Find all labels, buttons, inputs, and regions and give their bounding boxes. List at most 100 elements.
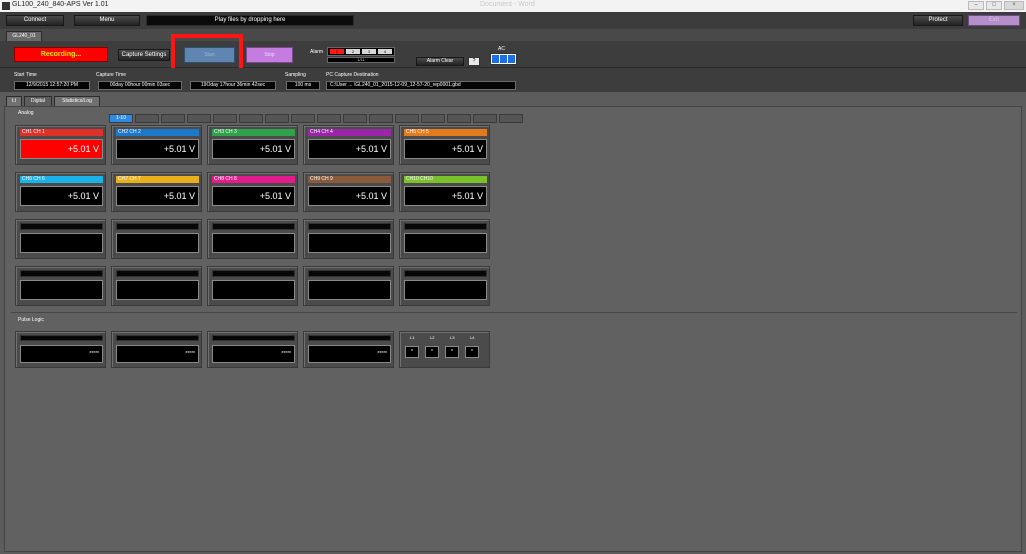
channel-card[interactable]: CH1 CH 1 +5.01 V (15, 125, 106, 165)
logic-label: L1 (410, 335, 415, 340)
recording-status: Recording... (14, 47, 108, 62)
channel-value: +5.01 V (20, 186, 103, 206)
pulse-card[interactable]: ***** (303, 331, 394, 368)
empty-channel-card (399, 219, 490, 259)
channel-card[interactable]: CH4 CH 4 +5.01 V (303, 125, 394, 165)
channel-name: CH10 CH10 (404, 176, 487, 183)
channel-value: +5.01 V (212, 139, 295, 159)
empty-channel-header (308, 223, 391, 230)
alarm-indicator-2: 2 (346, 49, 360, 54)
empty-channel-value (20, 233, 103, 253)
maximize-button[interactable]: □ (986, 1, 1002, 10)
channel-card[interactable]: CH5 CH 5 +5.01 V (399, 125, 490, 165)
alarm-clear-button[interactable]: Alarm Clear (416, 57, 464, 66)
page-tab[interactable] (395, 114, 419, 123)
protect-button[interactable]: Protect (913, 15, 963, 26)
empty-channel-value (404, 233, 487, 253)
channel-card[interactable]: CH8 CH 8 +5.01 V (207, 172, 298, 212)
empty-channel-value (116, 233, 199, 253)
empty-channel-card (303, 219, 394, 259)
page-tab-1-10[interactable]: 1-10 (109, 114, 133, 123)
page-tab[interactable] (239, 114, 263, 123)
capture-settings-button[interactable]: Capture Settings (118, 49, 170, 61)
channel-card[interactable]: CH7 CH 7 +5.01 V (111, 172, 202, 212)
page-tab[interactable] (187, 114, 211, 123)
channel-value: +5.01 V (404, 186, 487, 206)
page-tab[interactable] (135, 114, 159, 123)
capture-time-label: Capture Time (96, 72, 127, 78)
empty-channel-header (20, 270, 103, 277)
tab-digital[interactable]: Digital (24, 96, 52, 106)
empty-channel-card (399, 266, 490, 306)
tab-waveform[interactable]: t.t (6, 96, 22, 106)
empty-channel-header (404, 223, 487, 230)
start-button[interactable]: Start (184, 47, 235, 63)
logic-label: L3 (450, 335, 455, 340)
page-tab[interactable] (161, 114, 185, 123)
page-tab[interactable] (343, 114, 367, 123)
file-drop-zone[interactable]: Play files by dropping here (146, 15, 354, 26)
channel-card[interactable]: CH6 CH 6 +5.01 V (15, 172, 106, 212)
channel-value: +5.01 V (20, 139, 103, 159)
empty-channel-value (308, 280, 391, 300)
empty-channel-card (303, 266, 394, 306)
device-tab-strip: GL240_01 (0, 29, 1026, 41)
battery-cell-icon (500, 55, 507, 63)
background-window-title: Document - Word (480, 1, 535, 8)
alarm-indicator-4: 4 (378, 49, 392, 54)
pulse-logic-section-label: Pulse Logic (18, 317, 44, 323)
pulse-value: ***** (116, 345, 199, 363)
pulse-card[interactable]: ***** (207, 331, 298, 368)
channel-name: CH3 CH 3 (212, 129, 295, 136)
alarm-indicator-3: 3 (362, 49, 376, 54)
tab-device[interactable]: GL240_01 (6, 31, 42, 41)
sampling-value: 100 ms (286, 81, 320, 90)
channel-value: +5.01 V (116, 139, 199, 159)
app-icon (2, 2, 10, 10)
connect-button[interactable]: Connect (6, 15, 64, 26)
channel-value: +5.01 V (116, 186, 199, 206)
page-tab[interactable] (447, 114, 471, 123)
alarm-label: Alarm (310, 49, 324, 55)
empty-channel-value (116, 280, 199, 300)
minimize-button[interactable]: – (968, 1, 984, 10)
page-tab[interactable] (421, 114, 445, 123)
empty-channel-value (212, 280, 295, 300)
pulse-value: ***** (308, 345, 391, 363)
channel-value: +5.01 V (404, 139, 487, 159)
channel-card[interactable]: CH2 CH 2 +5.01 V (111, 125, 202, 165)
exit-button[interactable]: Exit (968, 15, 1020, 26)
pulse-value: ***** (20, 345, 103, 363)
page-tab[interactable] (369, 114, 393, 123)
pulse-header (308, 335, 391, 341)
page-tab[interactable] (317, 114, 341, 123)
page-tab[interactable] (499, 114, 523, 123)
page-tab[interactable] (265, 114, 289, 123)
empty-channel-header (116, 223, 199, 230)
logic-card[interactable]: L1 L2 L3 L4 * * * * (399, 331, 490, 368)
empty-channel-value (212, 233, 295, 253)
page-tab[interactable] (473, 114, 497, 123)
stop-button[interactable]: Stop (246, 47, 293, 63)
pulse-card[interactable]: ***** (111, 331, 202, 368)
analog-section-label: Analog (18, 110, 34, 116)
section-divider (11, 312, 1017, 313)
empty-channel-value (404, 280, 487, 300)
menu-button[interactable]: Menu (74, 15, 140, 26)
channel-card[interactable]: CH9 CH 9 +5.01 V (303, 172, 394, 212)
empty-channel-value (308, 233, 391, 253)
help-button[interactable]: ? (468, 57, 480, 66)
logic-value: * (445, 346, 459, 358)
channel-card[interactable]: CH3 CH 3 +5.01 V (207, 125, 298, 165)
logic-value: * (465, 346, 479, 358)
pulse-card[interactable]: ***** (15, 331, 106, 368)
empty-channel-value (20, 280, 103, 300)
page-tab[interactable] (213, 114, 237, 123)
close-button[interactable]: × (1004, 1, 1024, 10)
channel-card[interactable]: CH10 CH10 +5.01 V (399, 172, 490, 212)
window-title-bar: GL100_240_840-APS Ver 1.01 Document - Wo… (0, 0, 1026, 12)
tab-statistics-log[interactable]: Statistics/Log (54, 96, 100, 106)
window-title: GL100_240_840-APS Ver 1.01 (12, 1, 109, 8)
page-tab[interactable] (291, 114, 315, 123)
battery-cell-icon (492, 55, 499, 63)
